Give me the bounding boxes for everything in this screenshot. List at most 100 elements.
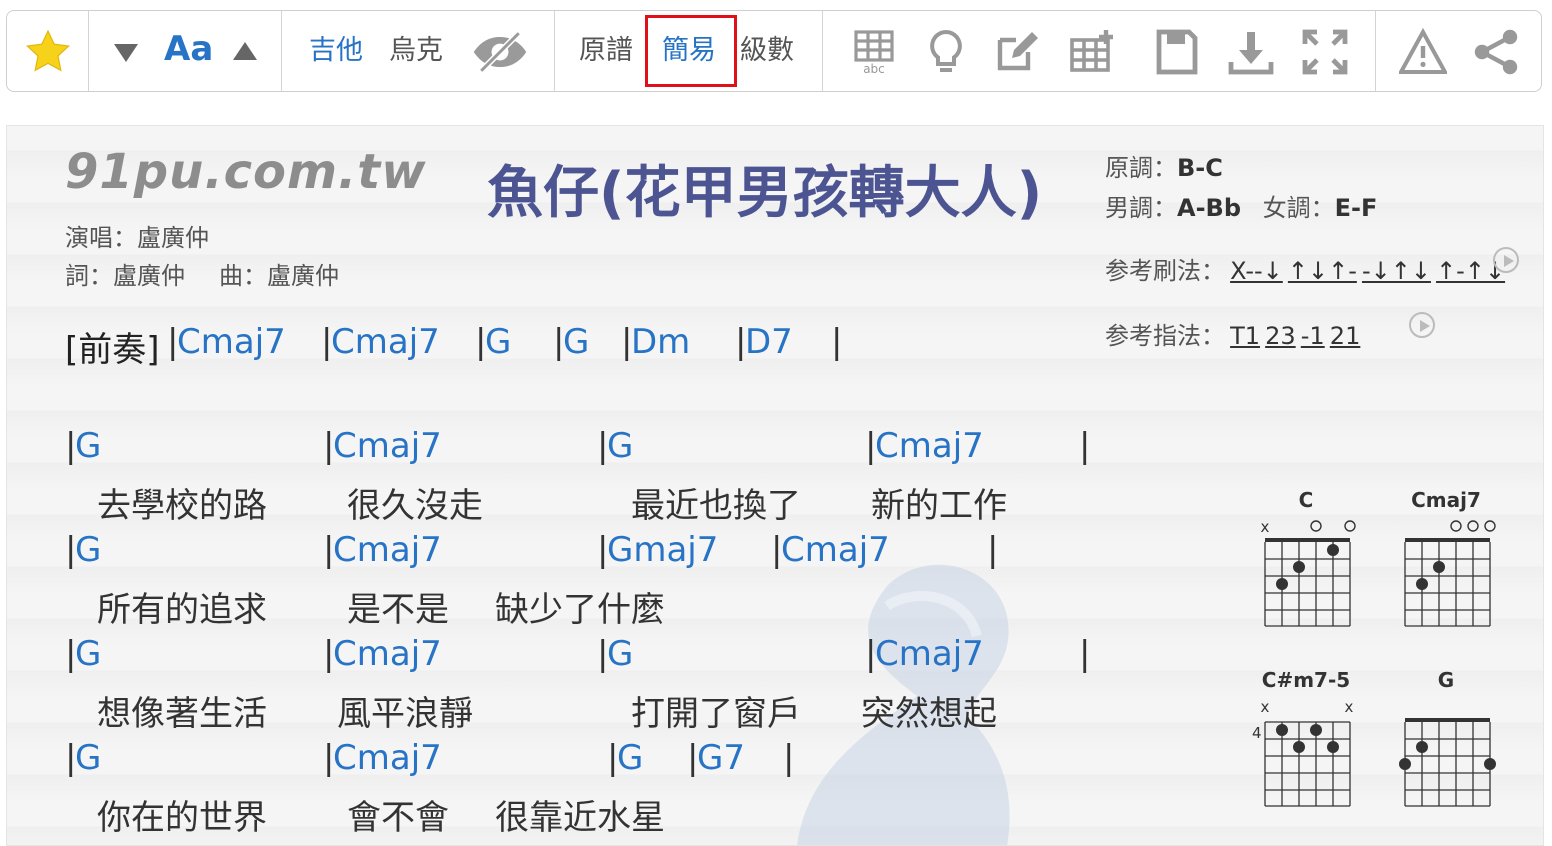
original-key-label: 原調： [1105,154,1177,182]
favorite-star-icon[interactable] [21,25,75,79]
strum-pattern-item: -↓↑↓ [1361,257,1431,285]
lyric: 很久沒走 [347,486,483,526]
separator [554,11,555,91]
chord[interactable]: G [75,530,101,570]
chord[interactable]: Cmaj7 [875,634,984,674]
chord-diagram-g[interactable] [1397,694,1497,810]
chord[interactable]: Cmaj7 [333,530,442,570]
edit-icon[interactable] [989,25,1043,79]
lyric: 去學校的路 [97,486,267,526]
lyric: 你在的世界 [97,798,267,838]
original-key: 原調：B-C [1105,148,1223,183]
chord[interactable]: Gmaj7 [607,530,718,570]
chord[interactable]: Cmaj7 [331,322,440,362]
font-size-label: Aa [164,29,214,69]
chord[interactable]: Cmaj7 [781,530,890,570]
chord-diagram-name: G [1437,668,1455,692]
notation-numeric-tab[interactable]: 級數 [740,33,794,69]
separator [822,11,823,91]
chord[interactable]: G [75,426,101,466]
song-sheet: 91pu.com.tw 魚仔(花甲男孩轉大人) 演唱：盧廣仲 詞：盧廣仲 曲：盧… [6,125,1544,846]
separator [88,11,89,91]
strum-pattern: 参考刷法： X--↓ ↑↓↑- -↓↑↓ ↑-↑↓ [1105,251,1505,286]
notation-original-tab[interactable]: 原譜 [579,33,633,69]
chord-diagram-name: C#m7-5 [1261,668,1351,692]
lyric: 所有的追求 [97,590,267,630]
separator [1375,11,1376,91]
bar-line: | [987,530,999,570]
save-icon[interactable] [1150,25,1204,79]
chord-diagram-csharp-m7-5[interactable]: x x 4 [1247,694,1357,810]
picking-pattern-item: -1 [1300,322,1325,350]
chord-diagram-name: Cmaj7 [1411,488,1481,512]
share-icon[interactable] [1469,25,1523,79]
bar-line: | [1079,634,1091,674]
lyric: 打開了窗戶 [631,694,801,734]
table-add-icon[interactable] [1065,25,1119,79]
chord[interactable]: G [75,634,101,674]
bar-line: | [783,738,795,778]
toolbar: Aa 吉他 烏克 原譜 簡易 級數 abc [6,10,1542,92]
chord[interactable]: G7 [697,738,745,778]
chord[interactable]: G [563,322,589,362]
female-key-value: E-F [1334,194,1378,222]
lightbulb-icon[interactable] [919,25,973,79]
play-picking-icon[interactable] [1409,312,1435,338]
chord[interactable]: G [617,738,643,778]
chord[interactable]: G [485,322,511,362]
separator [281,11,282,91]
chord[interactable]: Cmaj7 [177,322,286,362]
bar-line: | [831,322,843,362]
chord[interactable]: Cmaj7 [875,426,984,466]
strum-pattern-item: ↑↓↑- [1287,257,1357,285]
male-key-label: 男調： [1105,194,1177,222]
play-strum-icon[interactable] [1493,247,1519,273]
original-key-value: B-C [1177,154,1223,182]
picking-label: 参考指法： [1105,322,1225,350]
font-increase-icon[interactable] [218,25,272,79]
lyric: 新的工作 [871,486,1007,526]
chord-diagram-cmaj7[interactable] [1397,514,1497,630]
chord-grid-abc-icon[interactable]: abc [847,25,901,79]
lyric: 缺少了什麼 [495,590,665,630]
picking-pattern-item: 23 [1265,322,1296,350]
notation-simple-tab[interactable]: 簡易 [662,33,716,69]
male-female-key: 男調：A-Bb 女調：E-F [1105,188,1377,223]
chord[interactable]: Cmaj7 [333,634,442,674]
chord[interactable]: D7 [745,322,793,362]
chord[interactable]: Cmaj7 [333,738,442,778]
chord-diagram-c[interactable]: x [1257,514,1357,630]
svg-text:x: x [1261,698,1270,716]
singer: 演唱：盧廣仲 [65,224,209,252]
chord[interactable]: Dm [631,322,690,362]
download-icon[interactable] [1224,25,1278,79]
chord[interactable]: G [607,634,633,674]
song-title: 魚仔(花甲男孩轉大人) [487,161,1043,226]
hide-eye-icon[interactable] [468,25,532,79]
fullscreen-icon[interactable] [1298,25,1352,79]
lyric: 很靠近水星 [495,798,665,838]
lyricist: 詞：盧廣仲 [65,262,185,290]
strum-pattern-item: X--↓ [1230,257,1283,285]
instrument-guitar-tab[interactable]: 吉他 [309,33,363,69]
lyric: 想像著生活 [97,694,267,734]
instrument-ukulele-tab[interactable]: 烏克 [389,33,443,69]
picking-pattern-item: T1 [1230,322,1261,350]
warning-icon[interactable] [1396,25,1450,79]
site-logo: 91pu.com.tw [65,144,427,200]
strum-label: 参考刷法： [1105,257,1225,285]
lyric: 風平浪靜 [337,694,473,734]
male-key-value: A-Bb [1177,194,1242,222]
chord[interactable]: G [607,426,633,466]
chord[interactable]: Cmaj7 [333,426,442,466]
lyric: 突然想起 [861,694,997,734]
chord[interactable]: G [75,738,101,778]
composer: 曲：盧廣仲 [219,262,339,290]
chord-diagram-name: C [1298,488,1314,512]
lyric: 最近也換了 [631,486,801,526]
lyric: 是不是 [347,590,449,630]
picking-pattern: 参考指法： T1 23 -1 21 [1105,316,1360,351]
picking-pattern-item: 21 [1329,322,1361,350]
font-decrease-icon[interactable] [99,25,153,79]
svg-text:abc: abc [863,62,885,76]
